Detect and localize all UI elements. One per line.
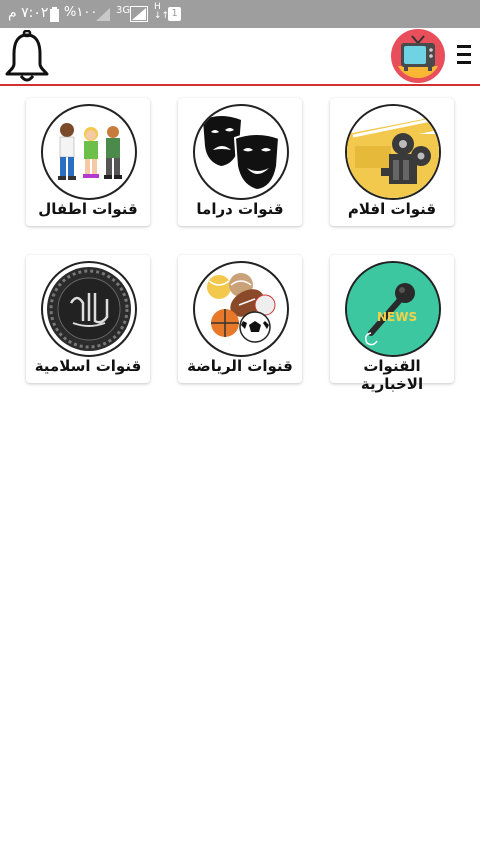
- category-movies[interactable]: قنوات افلام: [330, 98, 454, 226]
- tv-logo: [391, 29, 445, 83]
- bell-icon[interactable]: [4, 30, 50, 82]
- category-drama[interactable]: قنوات دراما: [178, 98, 302, 226]
- news-microphone-icon: NEWS: [345, 261, 441, 357]
- status-bar: ٧:٠٢ م %١٠٠ 3G H ↓↑ 1: [0, 0, 480, 28]
- menu-icon[interactable]: [456, 42, 472, 68]
- drama-masks-icon: [193, 104, 289, 200]
- battery-percent: %١٠٠: [64, 5, 98, 20]
- signal-icon: [96, 8, 110, 21]
- islamic-emblem-icon: [41, 261, 137, 357]
- kids-icon: [41, 104, 137, 200]
- category-label: قنوات دراما: [196, 200, 284, 218]
- category-label: قنوات الرياضة: [187, 357, 293, 375]
- category-kids[interactable]: قنوات اطفال: [26, 98, 150, 226]
- status-time: ٧:٠٢ م: [8, 5, 49, 21]
- app-bar: [0, 28, 480, 86]
- category-islamic[interactable]: قنوات اسلامية: [26, 255, 150, 383]
- category-label: قنوات اطفال: [38, 200, 138, 218]
- category-news[interactable]: NEWS القنوات الاخبارية: [330, 255, 454, 393]
- sports-balls-icon: [193, 261, 289, 357]
- network-type: 3G: [116, 5, 131, 16]
- film-reel-icon: [345, 104, 441, 200]
- category-label: قنوات افلام: [347, 200, 437, 218]
- category-sports[interactable]: قنوات الرياضة: [178, 255, 302, 383]
- battery-icon: [50, 7, 59, 22]
- svg-text:NEWS: NEWS: [377, 310, 417, 324]
- signal-strength-icon: [130, 6, 148, 22]
- category-label: القنوات الاخبارية: [360, 357, 424, 393]
- notification-badge: 1: [168, 7, 181, 21]
- data-indicator: H ↓↑: [154, 2, 170, 21]
- category-label: قنوات اسلامية: [34, 357, 142, 375]
